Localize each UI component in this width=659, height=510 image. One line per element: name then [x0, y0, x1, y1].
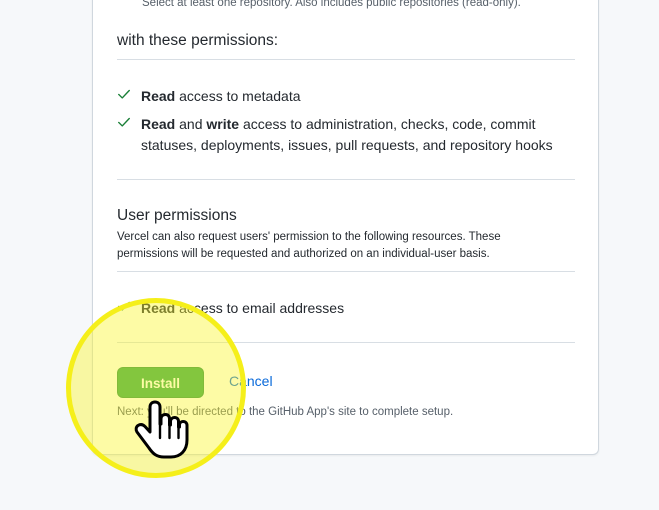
user-permissions-title: User permissions	[117, 207, 237, 224]
permission-text: Read access to metadata	[141, 86, 577, 107]
permission-access-level: Read	[141, 88, 176, 104]
check-icon	[118, 89, 130, 99]
check-icon	[118, 117, 130, 127]
permission-description: access to metadata	[175, 88, 301, 104]
repository-selection-note: Select at least one repository. Also inc…	[142, 0, 521, 9]
permissions-heading: with these permissions:	[117, 32, 279, 49]
divider	[117, 271, 575, 272]
permission-text: Read and write access to administration,…	[141, 114, 577, 155]
permission-connector: and	[175, 116, 207, 132]
hand-pointer-icon	[134, 400, 189, 459]
divider	[117, 179, 575, 180]
page: Select at least one repository. Also inc…	[0, 0, 659, 510]
user-permissions-description: Vercel can also request users' permissio…	[117, 231, 501, 260]
permission-item-repository: Read and write access to administration,…	[117, 114, 577, 155]
divider	[117, 59, 575, 60]
permission-access-level-write: write	[206, 116, 240, 132]
permission-access-level: Read	[141, 116, 176, 132]
permission-item-metadata: Read access to metadata	[117, 86, 577, 107]
